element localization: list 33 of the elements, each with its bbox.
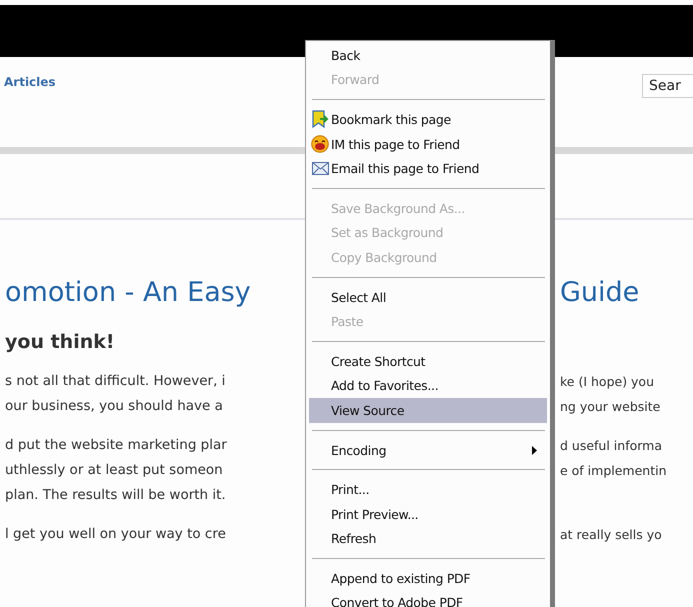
subheading: you think! — [5, 331, 116, 355]
body-text: d put the website marketing plar — [5, 436, 228, 455]
body-text: plan. The results will be worth it. — [5, 486, 227, 505]
menu-item[interactable]: View Source — [309, 398, 547, 423]
body-text: d useful informa — [560, 437, 664, 455]
body-text: l get you well on your way to cre — [5, 525, 227, 544]
menu-item[interactable]: Select All — [309, 284, 547, 310]
body-text: s not all that difficult. However, i — [5, 372, 226, 391]
body-text: e of implementin — [560, 462, 668, 480]
body-text: ng your website — [560, 398, 662, 416]
menu-item[interactable]: Print Preview... — [309, 502, 547, 526]
headline: Guide — [560, 276, 640, 310]
menu-item[interactable]: IM this page to Friend — [309, 132, 547, 156]
menu-item[interactable]: Back — [309, 43, 547, 68]
menu-item[interactable]: Add to Favorites... — [309, 374, 547, 398]
menu-item[interactable]: Encoding — [309, 438, 547, 462]
bookmark-icon — [312, 110, 328, 128]
body-text: at really sells yo — [560, 526, 663, 544]
submenu-arrow-icon — [532, 446, 537, 455]
menu-item[interactable]: Append to existing PDF — [309, 566, 547, 591]
menu-item[interactable]: Create Shortcut — [309, 348, 547, 374]
headline: omotion - An Easy — [5, 276, 252, 310]
smiley-icon — [311, 135, 329, 154]
menu-item[interactable]: Bookmark this page — [309, 107, 547, 132]
search-field[interactable]: Sear — [642, 74, 693, 98]
body-text: uthlessly or at least put someon — [5, 461, 224, 480]
menu-item[interactable]: Refresh — [309, 526, 547, 552]
body-text: ke (I hope) you — [560, 373, 656, 391]
nav-link[interactable]: Articles — [4, 75, 56, 89]
envelope-icon — [312, 162, 328, 176]
body-text: our business, you should have a — [5, 397, 224, 416]
menu-item[interactable]: Print... — [309, 477, 547, 502]
menu-item[interactable]: Email this page to Friend — [309, 156, 547, 181]
